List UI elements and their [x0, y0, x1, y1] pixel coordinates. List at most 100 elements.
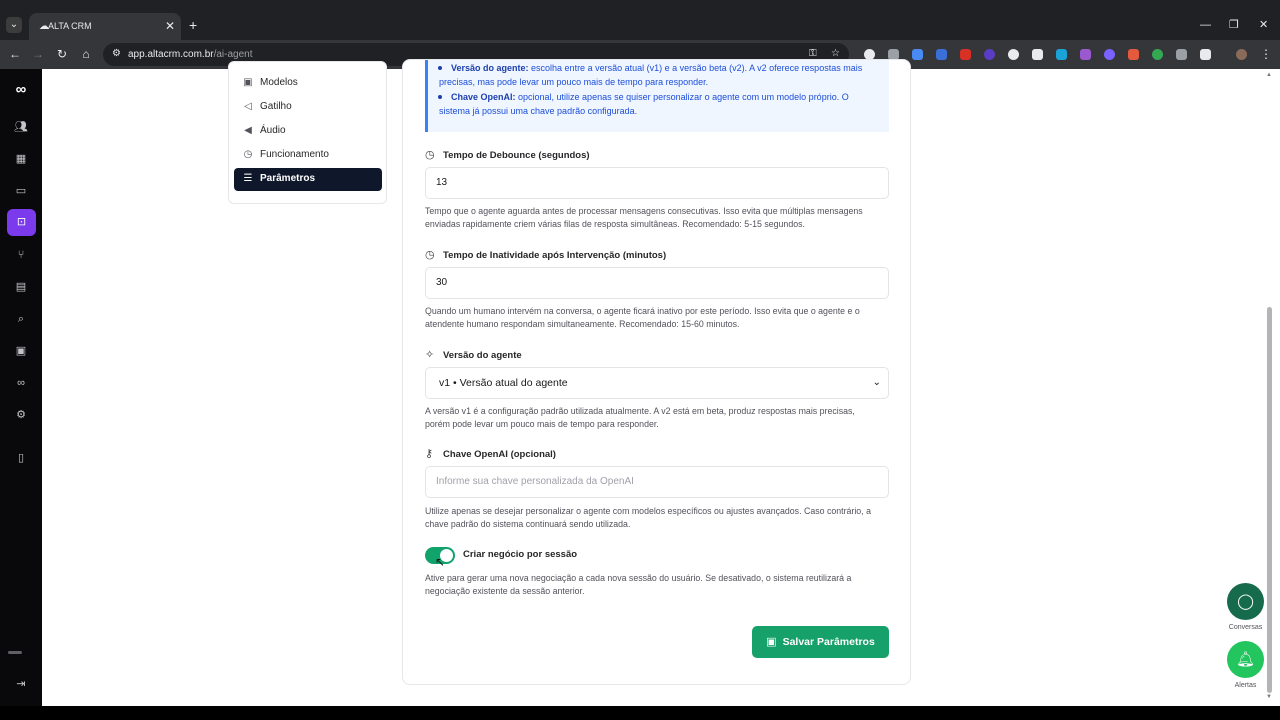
info-line: sistema já possui uma chave padrão confi… [439, 106, 638, 116]
minimize-icon[interactable]: — [1200, 18, 1211, 32]
site-info-icon[interactable]: ⚙ [112, 48, 121, 60]
maximize-icon[interactable]: ❐ [1229, 18, 1239, 32]
book-icon[interactable]: ▯ [11, 448, 31, 468]
cube-icon: ▣ [243, 77, 253, 88]
logo-icon[interactable]: ∞ [9, 81, 33, 99]
version-select[interactable]: v1 • Versão atual do agente ⌄ [425, 367, 889, 399]
chat-icon[interactable]: ▭ [11, 181, 31, 201]
version-help: A versão v1 é a configuração padrão util… [425, 406, 855, 429]
openai-key-help: Utilize apenas se desejar personalizar o… [425, 506, 871, 529]
extension-check-icon[interactable] [1152, 49, 1163, 60]
clipboard-icon[interactable]: ▣ [11, 341, 31, 361]
rail-scrollbar[interactable] [4, 650, 38, 655]
scrollbar-thumb[interactable] [1267, 307, 1272, 693]
branch-icon[interactable]: ⑂ [11, 245, 31, 265]
mouse-cursor-icon: ↖ [435, 555, 446, 569]
logout-icon[interactable]: ⇥ [11, 674, 31, 694]
tab-close-icon[interactable]: ✕ [165, 19, 175, 33]
icon-rail: ∞ 👥︎ ▦ ▭ ⊡ ⑂ ▤ ⌕ ▣ ∞ ⚙ ▯ ⇥ [0, 69, 42, 706]
gear-icon[interactable]: ⚙ [11, 405, 31, 425]
chat-bubble-icon: ◯ [1237, 593, 1254, 610]
subnav-item-modelos[interactable]: ▣ Modelos [234, 72, 382, 95]
openai-key-input[interactable]: Informe sua chave personalizada da OpenA… [425, 466, 889, 498]
debounce-input[interactable]: 13 [425, 167, 889, 199]
subnav-label: Funcionamento [260, 149, 329, 160]
browser-tab[interactable]: ☁ ALTA CRM ✕ [29, 13, 181, 40]
info-line: precisas, mas pode levar um pouco mais d… [439, 77, 709, 87]
reload-icon[interactable]: ↻ [55, 47, 69, 61]
sparkles-icon: ✧ [425, 349, 435, 361]
extension-tag2-icon[interactable] [1032, 49, 1043, 60]
subnav-item-parametros[interactable]: ☰ Parâmetros [234, 168, 382, 191]
chat-fab-label: Conversas [1228, 624, 1263, 631]
link-icon[interactable]: ∞ [11, 373, 31, 393]
extension-camera-icon[interactable] [1176, 49, 1187, 60]
extension-media-icon[interactable] [960, 49, 971, 60]
scroll-up-icon[interactable]: ▲ [1266, 72, 1272, 78]
bullet [438, 66, 442, 70]
save-parameters-button[interactable]: ▣ Salvar Parâmetros [752, 626, 889, 658]
extension-circle-icon[interactable] [1104, 49, 1115, 60]
chevron-down-icon: ⌄ [872, 377, 881, 388]
subnav-label: Áudio [260, 125, 286, 136]
session-deal-label: Criar negócio por sessão [463, 549, 578, 560]
back-icon[interactable]: ← [8, 47, 22, 61]
search-icon[interactable]: ⌕ [11, 309, 31, 329]
tab-search-icon[interactable]: ⌄ [6, 17, 22, 33]
megaphone-icon: ◁ [244, 101, 252, 112]
clock-icon: ◷ [243, 149, 253, 160]
app-viewport: ∞ 👥︎ ▦ ▭ ⊡ ⑂ ▤ ⌕ ▣ ∞ ⚙ ▯ ⇥ ▣ Modelos ◁ G… [0, 59, 1280, 706]
subnav-label: Parâmetros [260, 173, 316, 184]
inactivity-input[interactable]: 30 [425, 267, 889, 299]
screen: ⌄ ☁ ALTA CRM ✕ + — ❐ ✕ ← → ↻ ⌂ ⚙ app.alt… [0, 0, 1280, 720]
openai-key-label: ⚷ Chave OpenAI (opcional) [425, 448, 556, 460]
clock-icon: ◷ [425, 249, 435, 261]
subnav-item-funcionamento[interactable]: ◷ Funcionamento [234, 144, 382, 167]
extension-ball-icon[interactable] [1008, 49, 1019, 60]
extension-g-icon[interactable] [1128, 49, 1139, 60]
extension-badge-icon[interactable] [984, 49, 995, 60]
info-line: Chave OpenAI: opcional, utilize apenas s… [451, 92, 849, 102]
session-deal-help: Ative para gerar uma nova negociação a c… [425, 573, 852, 596]
extension-gear-icon[interactable] [936, 49, 947, 60]
clock-icon: ◷ [425, 149, 435, 161]
extension-tag-icon[interactable] [912, 49, 923, 60]
agent-settings-nav: ▣ Modelos ◁ Gatilho ◀ Áudio ◷ Funcioname… [228, 61, 387, 204]
home-icon[interactable]: ⌂ [79, 47, 93, 61]
alerts-fab-button[interactable]: 🔔︎ [1227, 641, 1264, 678]
inactivity-label: ◷ Tempo de Inatividade após Intervenção (… [425, 249, 667, 261]
robot-icon[interactable]: ⊡ [7, 209, 36, 236]
url-text: app.altacrm.com.br/ai-agent [128, 49, 253, 60]
key-icon: ⚷ [425, 448, 434, 460]
bullet [438, 95, 442, 99]
alerts-fab-label: Alertas [1234, 682, 1257, 689]
extensions-puzzle-icon[interactable] [1200, 49, 1211, 60]
parameters-card: Versão do agente: escolha entre a versão… [402, 59, 911, 685]
chat-fab-button[interactable]: ◯ [1227, 583, 1264, 620]
dashboard-icon[interactable]: ▦ [11, 149, 31, 169]
forward-icon[interactable]: → [31, 47, 45, 61]
page-scrollbar[interactable]: ▲ ▼ [1265, 69, 1275, 706]
profile-avatar[interactable] [1236, 49, 1247, 60]
debounce-label: ◷ Tempo de Debounce (segundos) [425, 149, 590, 161]
new-tab-icon[interactable]: + [189, 17, 197, 33]
users-icon[interactable]: 👥︎ [11, 117, 31, 137]
debounce-help: Tempo que o agente aguarda antes de proc… [425, 206, 863, 229]
extension-purple-icon[interactable] [1080, 49, 1091, 60]
tab-title: ALTA CRM [48, 21, 92, 31]
subnav-label: Modelos [260, 77, 298, 88]
inactivity-help: Quando um humano intervém na conversa, o… [425, 306, 860, 329]
subnav-item-gatilho[interactable]: ◁ Gatilho [234, 96, 382, 119]
scroll-down-icon[interactable]: ▼ [1266, 694, 1272, 700]
window-close-icon[interactable]: ✕ [1259, 18, 1268, 32]
info-box: Versão do agente: escolha entre a versão… [425, 60, 889, 132]
subnav-label: Gatilho [260, 101, 292, 112]
bottom-strip [0, 706, 1280, 720]
subnav-item-audio[interactable]: ◀ Áudio [234, 120, 382, 143]
save-icon: ▣ [766, 636, 777, 648]
save-button-label: Salvar Parâmetros [782, 636, 875, 648]
calendar-icon[interactable]: ▤ [11, 277, 31, 297]
bell-icon: 🔔︎ [1235, 651, 1256, 668]
browser-menu-icon[interactable]: ⋮ [1259, 47, 1273, 61]
extension-m-icon[interactable] [1056, 49, 1067, 60]
